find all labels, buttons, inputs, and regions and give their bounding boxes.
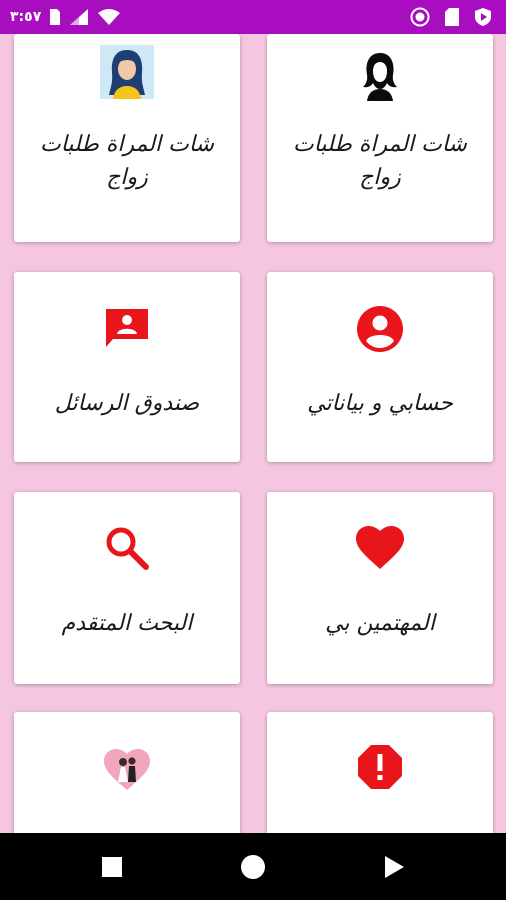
- account-circle-icon: [357, 306, 403, 352]
- message-box-icon: [106, 309, 148, 347]
- card-label: حسابي و بياناتي: [307, 391, 453, 416]
- heart-icon: [356, 526, 404, 569]
- card-interested-in-me[interactable]: المهتمين بي: [267, 492, 493, 684]
- signal-icon: [70, 9, 89, 25]
- card-label: شات المراة طلبات زواج: [293, 132, 467, 190]
- card-label: المهتمين بي: [325, 611, 435, 636]
- card-advanced-search[interactable]: البحث المتقدم: [14, 492, 240, 684]
- home-circle-icon: [241, 854, 265, 879]
- status-left-group: ٣:٥٧: [10, 0, 121, 34]
- home-button[interactable]: [223, 833, 283, 900]
- card-report[interactable]: [267, 712, 493, 833]
- back-triangle-icon: [385, 855, 404, 878]
- status-right-group: [410, 0, 492, 34]
- recents-button[interactable]: [82, 833, 142, 900]
- recents-square-icon: [102, 856, 122, 877]
- status-bar: ٣:٥٧: [0, 0, 506, 34]
- wifi-icon: [98, 9, 121, 25]
- status-time: ٣:٥٧: [10, 9, 42, 25]
- woman-silhouette-icon: [353, 47, 407, 101]
- couple-heart-icon: [104, 749, 150, 790]
- search-icon: [106, 527, 149, 570]
- card-marriage[interactable]: [14, 712, 240, 833]
- alert-octagon-icon: [358, 745, 402, 789]
- back-button[interactable]: [364, 833, 424, 900]
- card-my-account[interactable]: حسابي و بياناتي: [267, 272, 493, 462]
- card-label: البحث المتقدم: [61, 611, 193, 636]
- navigation-bar: [0, 833, 506, 900]
- card-women-chat-right[interactable]: شات المراة طلبات زواج: [267, 34, 493, 242]
- sd-card-icon: [445, 8, 459, 26]
- woman-portrait-icon: [100, 45, 154, 99]
- menu-grid[interactable]: شات المراة طلبات زواج شات المراة طلبات ز…: [0, 34, 506, 833]
- record-icon: [410, 7, 430, 27]
- card-label: صندوق الرسائل: [54, 391, 200, 416]
- card-label: شات المراة طلبات زواج: [40, 132, 214, 190]
- card-women-chat-left[interactable]: شات المراة طلبات زواج: [14, 34, 240, 242]
- sim-card-icon: [50, 9, 61, 25]
- shield-play-icon: [475, 8, 491, 26]
- card-inbox[interactable]: صندوق الرسائل: [14, 272, 240, 462]
